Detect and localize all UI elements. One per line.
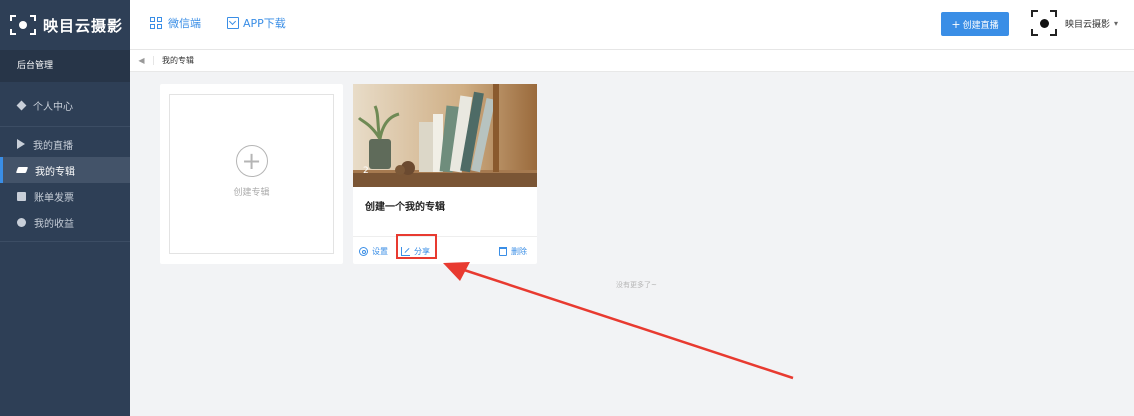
annotation-arrow — [443, 262, 794, 380]
